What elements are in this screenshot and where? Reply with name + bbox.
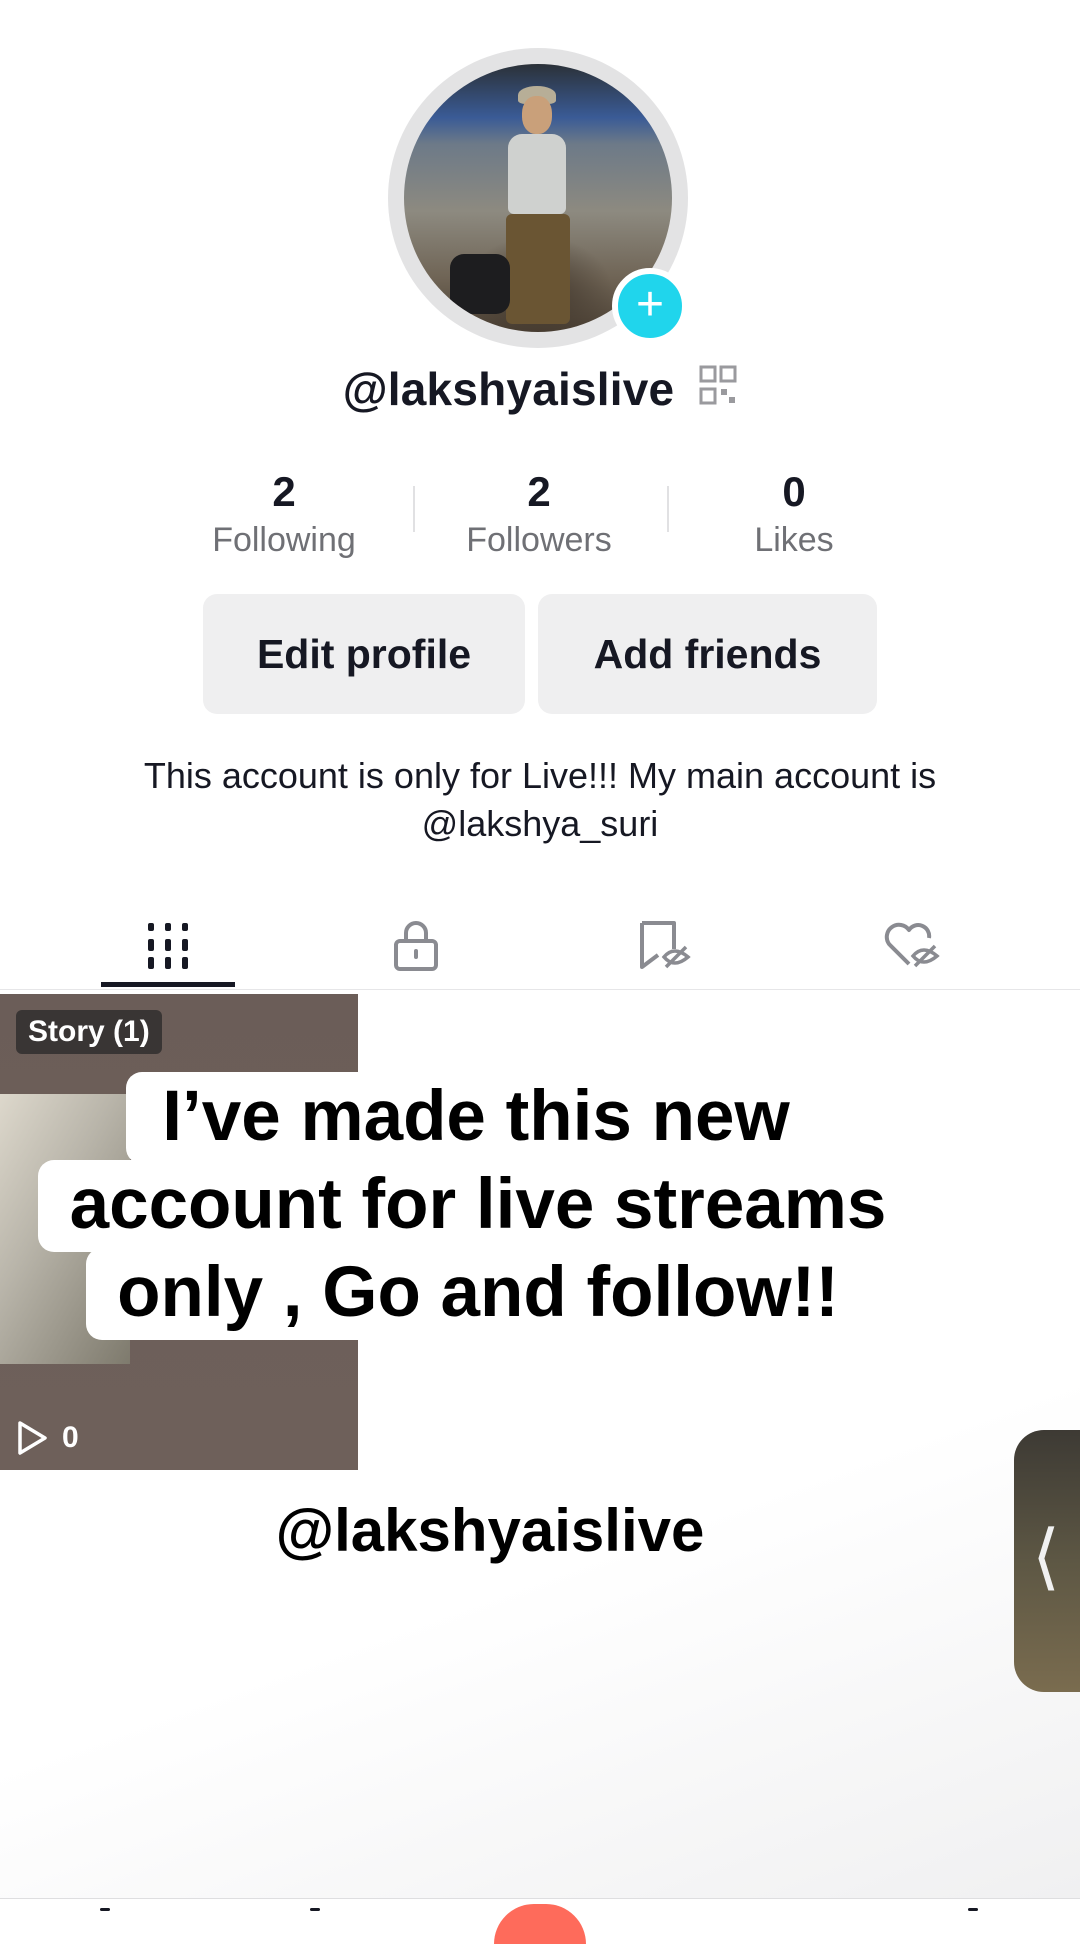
hidden-heart-icon [884,922,940,968]
caption-line: account for live streams [38,1160,918,1252]
tab-private[interactable] [336,900,496,990]
stat-divider [667,486,669,532]
avatar-body [508,134,566,214]
stat-following[interactable]: 2 Following [164,466,404,562]
friends-icon[interactable] [310,1908,320,1911]
stat-likes[interactable]: 0 Likes [674,466,914,562]
stat-following-label: Following [212,521,356,559]
caption-line: only , Go and follow!! [86,1248,870,1340]
stat-following-value: 2 [272,468,296,515]
lock-icon [394,921,438,971]
username-row: @lakshyaislive [0,362,1080,416]
add-story-button[interactable]: + [612,268,688,344]
profile-tabs [0,900,1080,990]
home-icon[interactable] [100,1908,110,1911]
caption-line: I’ve made this new [126,1072,826,1164]
play-icon [18,1421,47,1455]
active-tab-indicator [101,982,235,987]
hidden-bookmark-icon [640,921,691,969]
tab-saved[interactable] [584,900,744,990]
stat-followers-value: 2 [527,468,551,515]
profile-icon[interactable] [968,1908,978,1911]
stat-likes-label: Likes [754,521,834,559]
chevron-left-icon: ⟨ [1032,1517,1061,1597]
stat-divider [413,486,415,532]
profile-bio: This account is only for Live!!! My main… [143,755,937,844]
add-friends-button[interactable]: Add friends [538,594,877,714]
play-count: 0 [62,1421,79,1454]
tab-videos[interactable] [88,900,248,990]
side-panel-handle[interactable]: ⟨ [1014,1430,1080,1692]
avatar-bag [450,254,510,314]
stat-likes-value: 0 [782,468,806,515]
stat-followers-label: Followers [466,521,612,559]
edit-profile-button[interactable]: Edit profile [203,594,525,714]
avatar-pants [506,214,570,324]
overlay-handle: @lakshyaislive [275,1497,705,1564]
qr-code-icon[interactable] [699,362,737,416]
stat-followers[interactable]: 2 Followers [419,466,659,562]
avatar-head [522,96,552,134]
create-button[interactable] [494,1904,586,1944]
bottom-nav-divider [0,1898,1080,1899]
tab-liked[interactable] [832,900,992,990]
username: @lakshyaislive [342,363,675,415]
play-count-row: 0 [16,1418,79,1458]
grid-videos-icon [148,923,188,969]
story-badge: Story (1) [16,1010,162,1054]
